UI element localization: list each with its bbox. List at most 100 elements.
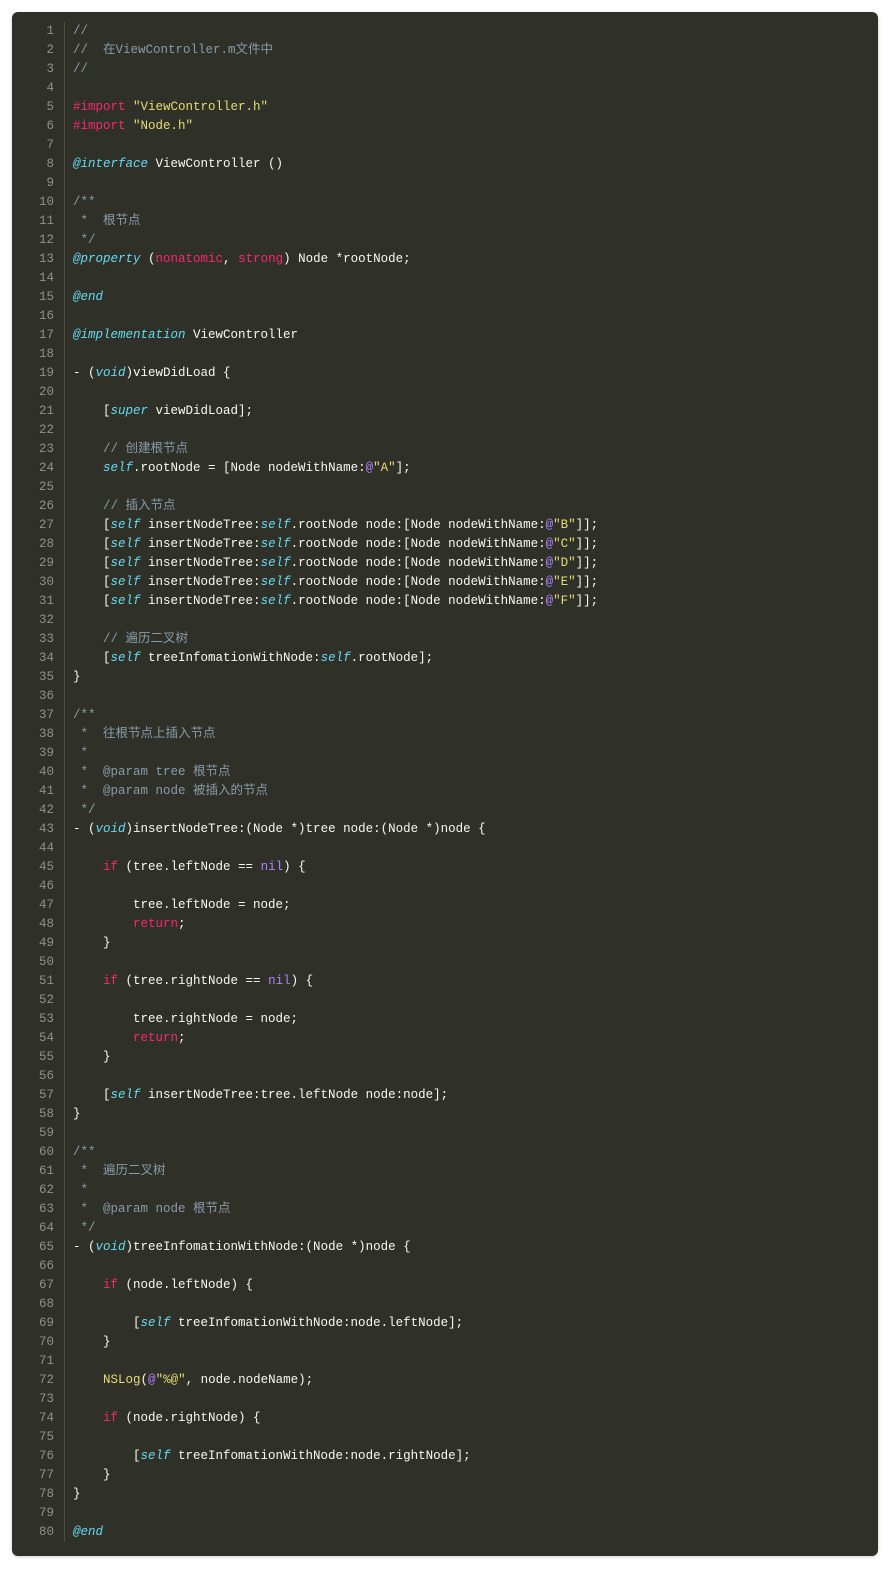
code-content[interactable]: tree.leftNode = node;: [73, 896, 291, 915]
code-line[interactable]: 75: [12, 1428, 878, 1447]
code-line[interactable]: 70 }: [12, 1333, 878, 1352]
code-content[interactable]: */: [73, 231, 96, 250]
code-content[interactable]: @interface ViewController (): [73, 155, 283, 174]
code-line[interactable]: 20: [12, 383, 878, 402]
code-line[interactable]: 57 [self insertNodeTree:tree.leftNode no…: [12, 1086, 878, 1105]
code-content[interactable]: * @param node 被插入的节点: [73, 782, 268, 801]
code-content[interactable]: [self insertNodeTree:self.rootNode node:…: [73, 554, 598, 573]
code-line[interactable]: 76 [self treeInfomationWithNode:node.rig…: [12, 1447, 878, 1466]
code-line[interactable]: 69 [self treeInfomationWithNode:node.lef…: [12, 1314, 878, 1333]
code-content[interactable]: }: [73, 1466, 111, 1485]
code-content[interactable]: // 在ViewController.m文件中: [73, 41, 273, 60]
code-line[interactable]: 48 return;: [12, 915, 878, 934]
code-line[interactable]: 16: [12, 307, 878, 326]
code-content[interactable]: *: [73, 1181, 88, 1200]
code-content[interactable]: NSLog(@"%@", node.nodeName);: [73, 1371, 313, 1390]
code-line[interactable]: 60/**: [12, 1143, 878, 1162]
code-line[interactable]: 68: [12, 1295, 878, 1314]
code-line[interactable]: 39 *: [12, 744, 878, 763]
code-content[interactable]: [self insertNodeTree:self.rootNode node:…: [73, 573, 598, 592]
code-line[interactable]: 36: [12, 687, 878, 706]
code-content[interactable]: /**: [73, 193, 96, 212]
code-line[interactable]: 74 if (node.rightNode) {: [12, 1409, 878, 1428]
code-line[interactable]: 30 [self insertNodeTree:self.rootNode no…: [12, 573, 878, 592]
code-line[interactable]: 7: [12, 136, 878, 155]
code-line[interactable]: 53 tree.rightNode = node;: [12, 1010, 878, 1029]
code-line[interactable]: 27 [self insertNodeTree:self.rootNode no…: [12, 516, 878, 535]
code-line[interactable]: 33 // 遍历二叉树: [12, 630, 878, 649]
code-editor[interactable]: 1//2// 在ViewController.m文件中3//45#import …: [12, 12, 878, 1556]
code-line[interactable]: 44: [12, 839, 878, 858]
code-content[interactable]: }: [73, 1048, 111, 1067]
code-content[interactable]: }: [73, 1105, 81, 1124]
code-content[interactable]: * 根节点: [73, 212, 141, 231]
code-line[interactable]: 3//: [12, 60, 878, 79]
code-content[interactable]: //: [73, 60, 88, 79]
code-content[interactable]: return;: [73, 915, 186, 934]
code-content[interactable]: [self insertNodeTree:self.rootNode node:…: [73, 535, 598, 554]
code-line[interactable]: 18: [12, 345, 878, 364]
code-line[interactable]: 67 if (node.leftNode) {: [12, 1276, 878, 1295]
code-content[interactable]: /**: [73, 706, 96, 725]
code-line[interactable]: 26 // 插入节点: [12, 497, 878, 516]
code-line[interactable]: 61 * 遍历二叉树: [12, 1162, 878, 1181]
code-content[interactable]: @implementation ViewController: [73, 326, 298, 345]
code-content[interactable]: * 遍历二叉树: [73, 1162, 166, 1181]
code-line[interactable]: 12 */: [12, 231, 878, 250]
code-line[interactable]: 77 }: [12, 1466, 878, 1485]
code-line[interactable]: 56: [12, 1067, 878, 1086]
code-line[interactable]: 80@end: [12, 1523, 878, 1542]
code-line[interactable]: 5#import "ViewController.h": [12, 98, 878, 117]
code-content[interactable]: if (node.leftNode) {: [73, 1276, 253, 1295]
code-content[interactable]: [self insertNodeTree:self.rootNode node:…: [73, 516, 598, 535]
code-content[interactable]: - (void)viewDidLoad {: [73, 364, 231, 383]
code-line[interactable]: 9: [12, 174, 878, 193]
code-content[interactable]: @property (nonatomic, strong) Node *root…: [73, 250, 411, 269]
code-line[interactable]: 63 * @param node 根节点: [12, 1200, 878, 1219]
code-line[interactable]: 65- (void)treeInfomationWithNode:(Node *…: [12, 1238, 878, 1257]
code-line[interactable]: 24 self.rootNode = [Node nodeWithName:@"…: [12, 459, 878, 478]
code-content[interactable]: *: [73, 744, 88, 763]
code-content[interactable]: #import "ViewController.h": [73, 98, 268, 117]
code-content[interactable]: - (void)treeInfomationWithNode:(Node *)n…: [73, 1238, 411, 1257]
code-content[interactable]: return;: [73, 1029, 186, 1048]
code-content[interactable]: if (node.rightNode) {: [73, 1409, 261, 1428]
code-content[interactable]: [self treeInfomationWithNode:node.rightN…: [73, 1447, 471, 1466]
code-line[interactable]: 49 }: [12, 934, 878, 953]
code-line[interactable]: 40 * @param tree 根节点: [12, 763, 878, 782]
code-line[interactable]: 66: [12, 1257, 878, 1276]
code-line[interactable]: 22: [12, 421, 878, 440]
code-content[interactable]: tree.rightNode = node;: [73, 1010, 298, 1029]
code-content[interactable]: if (tree.rightNode == nil) {: [73, 972, 313, 991]
code-line[interactable]: 73: [12, 1390, 878, 1409]
code-line[interactable]: 28 [self insertNodeTree:self.rootNode no…: [12, 535, 878, 554]
code-line[interactable]: 59: [12, 1124, 878, 1143]
code-content[interactable]: @end: [73, 288, 103, 307]
code-line[interactable]: 21 [super viewDidLoad];: [12, 402, 878, 421]
code-line[interactable]: 34 [self treeInfomationWithNode:self.roo…: [12, 649, 878, 668]
code-content[interactable]: [self treeInfomationWithNode:self.rootNo…: [73, 649, 433, 668]
code-content[interactable]: // 遍历二叉树: [73, 630, 188, 649]
code-line[interactable]: 42 */: [12, 801, 878, 820]
code-content[interactable]: * @param tree 根节点: [73, 763, 231, 782]
code-line[interactable]: 2// 在ViewController.m文件中: [12, 41, 878, 60]
code-line[interactable]: 79: [12, 1504, 878, 1523]
code-line[interactable]: 41 * @param node 被插入的节点: [12, 782, 878, 801]
code-line[interactable]: 25: [12, 478, 878, 497]
code-content[interactable]: [super viewDidLoad];: [73, 402, 253, 421]
code-line[interactable]: 17@implementation ViewController: [12, 326, 878, 345]
code-content[interactable]: [self treeInfomationWithNode:node.leftNo…: [73, 1314, 463, 1333]
code-content[interactable]: // 插入节点: [73, 497, 176, 516]
code-line[interactable]: 45 if (tree.leftNode == nil) {: [12, 858, 878, 877]
code-line[interactable]: 78}: [12, 1485, 878, 1504]
code-content[interactable]: if (tree.leftNode == nil) {: [73, 858, 306, 877]
code-content[interactable]: - (void)insertNodeTree:(Node *)tree node…: [73, 820, 486, 839]
code-line[interactable]: 29 [self insertNodeTree:self.rootNode no…: [12, 554, 878, 573]
code-line[interactable]: 43- (void)insertNodeTree:(Node *)tree no…: [12, 820, 878, 839]
code-content[interactable]: }: [73, 1485, 81, 1504]
code-line[interactable]: 32: [12, 611, 878, 630]
code-content[interactable]: @end: [73, 1523, 103, 1542]
code-line[interactable]: 64 */: [12, 1219, 878, 1238]
code-line[interactable]: 52: [12, 991, 878, 1010]
code-line[interactable]: 54 return;: [12, 1029, 878, 1048]
